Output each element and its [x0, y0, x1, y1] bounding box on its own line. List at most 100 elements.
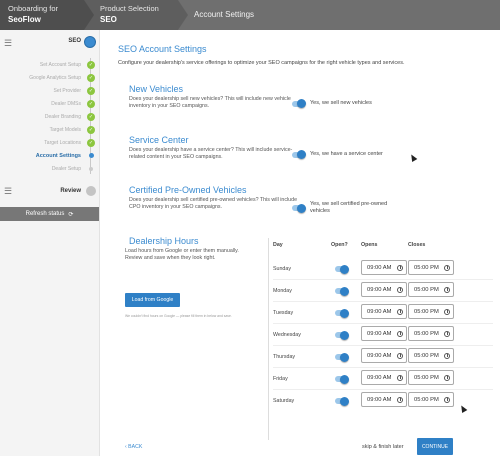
day-label: Tuesday [273, 310, 294, 316]
load-from-google-button[interactable]: Load from Google [125, 293, 180, 307]
sidebar-step-label: Set Provider [53, 87, 81, 94]
day-open-toggle[interactable] [335, 308, 349, 318]
sidebar-step[interactable]: Target Models ✓ [0, 123, 99, 136]
breadcrumb-onboarding-caption: Onboarding for [8, 4, 59, 13]
sidebar-step[interactable]: Google Analytics Setup ✓ [0, 71, 99, 84]
time-value: 05:00 PM [414, 264, 439, 271]
seo-progress-icon [84, 36, 96, 48]
row-divider [273, 301, 493, 302]
closes-time-input[interactable]: 05:00 PM [408, 282, 454, 297]
opens-time-input[interactable]: 09:00 AM [361, 282, 407, 297]
clock-icon [444, 286, 450, 293]
time-value: 05:00 PM [414, 286, 439, 293]
page-title: SEO Account Settings [118, 44, 207, 54]
clock-icon [444, 264, 450, 271]
option-label: Yes, we sell new vehicles [310, 100, 372, 106]
closes-time-input[interactable]: 05:00 PM [408, 260, 454, 275]
check-icon: ✓ [87, 126, 95, 134]
time-value: 09:00 AM [367, 374, 392, 381]
breadcrumb-product-caption: Product Selection [100, 4, 159, 13]
opens-time-input[interactable]: 09:00 AM [361, 348, 407, 363]
clock-icon [397, 330, 403, 337]
wizard-breadcrumb: Onboarding for SeoFlow Product Selection… [0, 0, 500, 30]
breadcrumb-onboarding[interactable]: Onboarding for SeoFlow [0, 0, 94, 30]
sidebar-step-label: Dealer Branding [44, 113, 81, 120]
sidebar-step[interactable]: Target Locations ✓ [0, 136, 99, 149]
clock-icon [444, 396, 450, 403]
column-header-day: Day [273, 242, 283, 248]
sidebar-step[interactable]: Dealer Branding ✓ [0, 110, 99, 123]
opens-time-input[interactable]: 09:00 AM [361, 370, 407, 385]
sidebar-step-label: Dealer Setup [51, 165, 81, 172]
breadcrumb-product-name: SEO [100, 15, 117, 24]
sidebar-step[interactable]: Dealer DMSs ✓ [0, 97, 99, 110]
day-open-toggle[interactable] [335, 374, 349, 384]
clock-icon [444, 308, 450, 315]
clock-icon [444, 374, 450, 381]
day-open-toggle[interactable] [335, 286, 349, 296]
sidebar-review[interactable]: ☰ Review [0, 183, 99, 199]
day-open-toggle[interactable] [335, 264, 349, 274]
review-status-icon [86, 186, 96, 196]
opens-time-input[interactable]: 09:00 AM [361, 392, 407, 407]
opens-time-input[interactable]: 09:00 AM [361, 304, 407, 319]
time-value: 09:00 AM [367, 308, 392, 315]
day-open-toggle[interactable] [335, 330, 349, 340]
menu-icon[interactable]: ☰ [4, 38, 14, 49]
skip-finish-later-link[interactable]: skip & finish later [362, 444, 404, 450]
closes-time-input[interactable]: 05:00 PM [408, 304, 454, 319]
breadcrumb-account-settings: Account Settings [178, 0, 500, 30]
clock-icon [397, 308, 403, 315]
hours-description: Load hours from Google or enter them man… [125, 248, 239, 261]
breadcrumb-arrow [84, 0, 94, 30]
closes-time-input[interactable]: 05:00 PM [408, 370, 454, 385]
day-label: Sunday [273, 266, 291, 272]
check-icon: ✓ [87, 74, 95, 82]
sidebar-step[interactable]: Set Provider ✓ [0, 84, 99, 97]
cpo-option: Yes, we sell certified pre-owned vehicle… [292, 201, 400, 215]
closes-time-input[interactable]: 05:00 PM [408, 326, 454, 341]
closes-time-input[interactable]: 05:00 PM [408, 392, 454, 407]
check-icon: ✓ [87, 139, 95, 147]
breadcrumb-account-settings-label: Account Settings [194, 10, 255, 19]
refresh-status-button[interactable]: Refresh status ⟳ [0, 207, 99, 221]
sidebar-step[interactable]: Set Account Setup ✓ [0, 58, 99, 71]
breadcrumb-product-selection[interactable]: Product Selection SEO [84, 0, 188, 30]
opens-time-input[interactable]: 09:00 AM [361, 326, 407, 341]
time-value: 09:00 AM [367, 286, 392, 293]
check-icon: ✓ [87, 113, 95, 121]
column-header-opens: Opens [361, 242, 378, 248]
hours-divider [268, 238, 269, 440]
hours-row: Sunday 09:00 AM 05:00 PM [273, 260, 493, 280]
time-value: 09:00 AM [367, 264, 392, 271]
section-heading: Service Center [129, 135, 189, 145]
option-label: Yes, we sell certified pre-owned vehicle… [310, 201, 388, 214]
day-label: Monday [273, 288, 292, 294]
review-label: Review [60, 188, 81, 194]
hours-row: Wednesday 09:00 AM 05:00 PM [273, 326, 493, 346]
sidebar-step[interactable]: Dealer Setup [0, 162, 99, 175]
opens-time-input[interactable]: 09:00 AM [361, 260, 407, 275]
option-label: Yes, we have a service center [310, 151, 383, 157]
back-link[interactable]: ‹ BACK [125, 444, 142, 450]
day-open-toggle[interactable] [335, 396, 349, 406]
new-vehicles-toggle[interactable] [292, 99, 306, 108]
sidebar-header: ☰ SEO [0, 30, 99, 56]
cpo-toggle[interactable] [292, 203, 306, 213]
day-open-toggle[interactable] [335, 352, 349, 362]
section-description: Does your dealership have a service cent… [129, 147, 293, 160]
clock-icon [397, 352, 403, 359]
page-subtitle: Configure your dealership's service offe… [118, 60, 405, 66]
time-value: 05:00 PM [414, 396, 439, 403]
time-value: 09:00 AM [367, 396, 392, 403]
continue-button[interactable]: CONTINUE [417, 438, 453, 455]
seo-logo: SEO [68, 38, 81, 44]
closes-time-input[interactable]: 05:00 PM [408, 348, 454, 363]
day-label: Thursday [273, 354, 296, 360]
section-new-vehicles: New Vehicles Does your dealership sell n… [129, 84, 489, 110]
service-center-toggle[interactable] [292, 150, 306, 159]
sidebar-step-active[interactable]: Account Settings [0, 149, 99, 162]
row-divider [273, 345, 493, 346]
sidebar: ☰ SEO Set Account Setup ✓ Google Analyti… [0, 30, 100, 456]
main-content: SEO Account Settings Configure your deal… [101, 30, 500, 456]
